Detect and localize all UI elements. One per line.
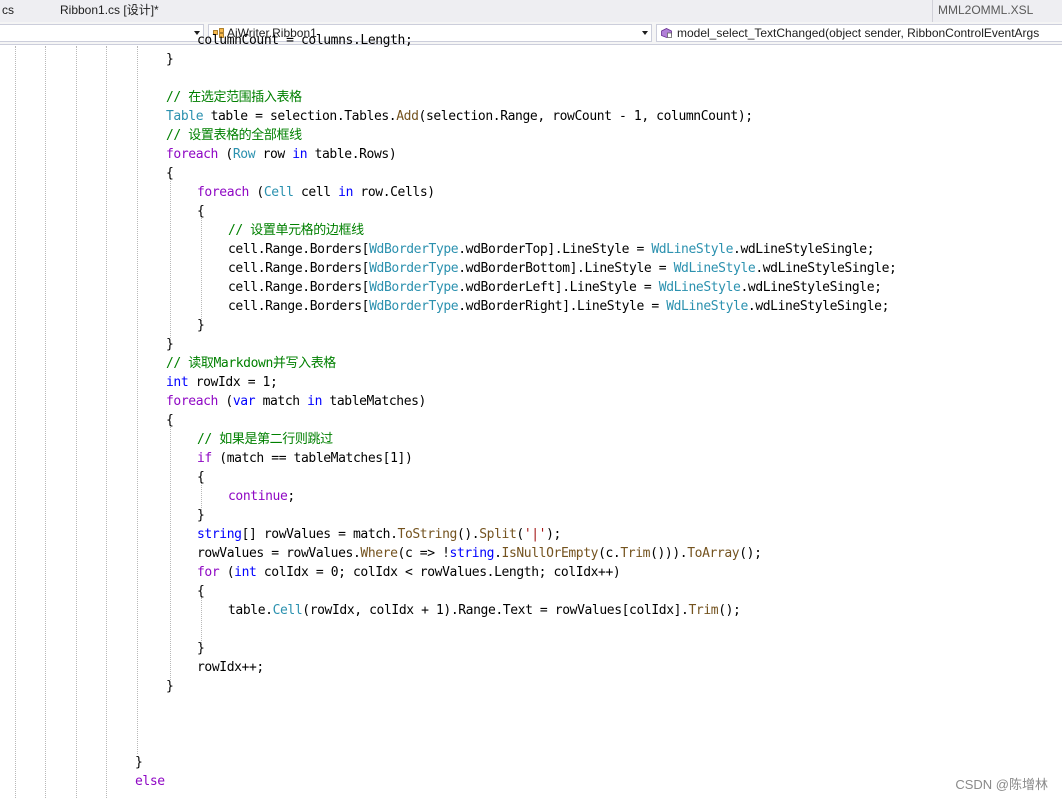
tab-mml2omml[interactable]: MML2OMML.XSL: [938, 0, 1033, 22]
navigation-bar: AiWriter.Ribbon1 model_select_TextChange…: [0, 22, 1062, 45]
code-line[interactable]: // 读取Markdown并写入表格: [166, 354, 336, 373]
member-dropdown-value: model_select_TextChanged(object sender, …: [677, 26, 1040, 40]
code-line[interactable]: else: [135, 772, 165, 791]
code-line[interactable]: cell.Range.Borders[WdBorderType.wdBorder…: [228, 297, 889, 316]
code-line[interactable]: }: [135, 753, 143, 772]
tab-partial-left[interactable]: cs: [0, 0, 14, 22]
code-line[interactable]: // 设置单元格的边框线: [228, 221, 364, 240]
code-line[interactable]: {: [197, 468, 205, 487]
code-line[interactable]: {: [166, 411, 174, 430]
code-line[interactable]: string[] rowValues = match.ToString().Sp…: [197, 525, 561, 544]
document-tab-bar: cs Ribbon1.cs [设计]* MML2OMML.XSL: [0, 0, 1062, 22]
code-editor[interactable]: columnCount = columns.Length;} // 在选定范围插入…: [0, 33, 1062, 798]
tab-separator: [932, 0, 933, 22]
code-line[interactable]: continue;: [228, 487, 295, 506]
code-line[interactable]: rowIdx++;: [197, 658, 264, 677]
code-line[interactable]: {: [166, 164, 174, 183]
code-line[interactable]: cell.Range.Borders[WdBorderType.wdBorder…: [228, 259, 897, 278]
code-line[interactable]: table.Cell(rowIdx, colIdx + 1).Range.Tex…: [228, 601, 741, 620]
watermark: CSDN @陈增林: [955, 777, 1048, 792]
code-line[interactable]: for (int colIdx = 0; colIdx < rowValues.…: [197, 563, 621, 582]
code-line[interactable]: columnCount = columns.Length;: [197, 31, 413, 50]
code-line[interactable]: // 设置表格的全部框线: [166, 126, 302, 145]
member-dropdown[interactable]: model_select_TextChanged(object sender, …: [656, 24, 1062, 42]
code-line[interactable]: {: [197, 202, 205, 221]
code-line[interactable]: foreach (Row row in table.Rows): [166, 145, 397, 164]
method-icon: [661, 28, 672, 38]
code-line[interactable]: }: [166, 335, 174, 354]
code-line[interactable]: }: [197, 506, 205, 525]
code-line[interactable]: }: [166, 677, 174, 696]
code-line[interactable]: Table table = selection.Tables.Add(selec…: [166, 107, 753, 126]
code-line[interactable]: }: [166, 50, 174, 69]
code-line[interactable]: // 在选定范围插入表格: [166, 88, 302, 107]
code-line[interactable]: {: [197, 582, 205, 601]
code-line[interactable]: cell.Range.Borders[WdBorderType.wdBorder…: [228, 240, 875, 259]
code-line[interactable]: // 如果是第二行则跳过: [197, 430, 333, 449]
chevron-down-icon: [642, 31, 648, 35]
code-line[interactable]: foreach (var match in tableMatches): [166, 392, 426, 411]
code-line[interactable]: cell.Range.Borders[WdBorderType.wdBorder…: [228, 278, 882, 297]
code-line[interactable]: if (match == tableMatches[1]): [197, 449, 413, 468]
code-line[interactable]: foreach (Cell cell in row.Cells): [197, 183, 435, 202]
code-line[interactable]: }: [197, 316, 205, 335]
code-line[interactable]: int rowIdx = 1;: [166, 373, 278, 392]
code-line[interactable]: rowValues = rowValues.Where(c => !string…: [197, 544, 762, 563]
tab-ribbon1-designer[interactable]: Ribbon1.cs [设计]*: [60, 0, 159, 22]
code-line[interactable]: }: [197, 639, 205, 658]
project-dropdown[interactable]: [0, 24, 204, 42]
